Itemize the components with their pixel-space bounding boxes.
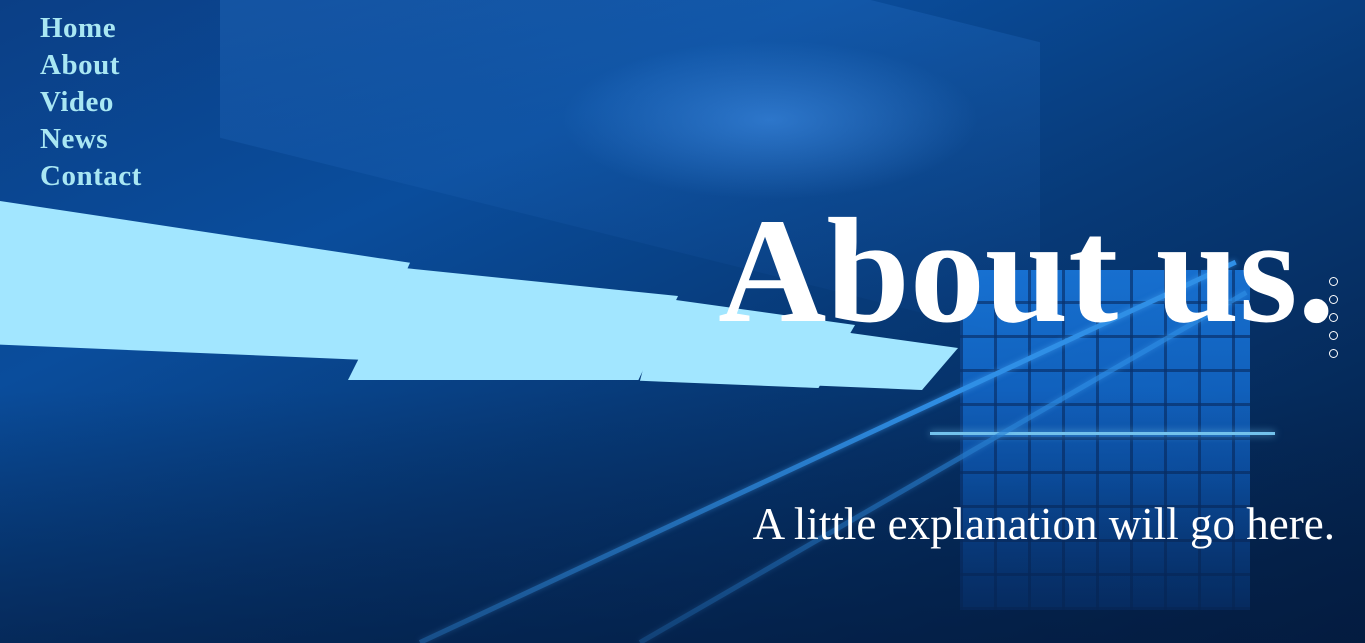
page-title: About us. [718, 188, 1335, 354]
nav-link-home[interactable]: Home [40, 10, 142, 47]
pager-dot[interactable] [1329, 349, 1338, 358]
nav-link-contact[interactable]: Contact [40, 158, 142, 195]
main-nav: Home About Video News Contact [40, 10, 142, 195]
pager-dot[interactable] [1329, 295, 1338, 304]
pager-dot[interactable] [1329, 277, 1338, 286]
hero-section: Home About Video News Contact About us. … [0, 0, 1365, 643]
background-ceiling-glow [560, 40, 980, 200]
page-subtitle: A little explanation will go here. [752, 499, 1335, 549]
pager-dot[interactable] [1329, 313, 1338, 322]
section-pager [1329, 277, 1340, 367]
background-light-strip [348, 268, 678, 380]
nav-link-news[interactable]: News [40, 121, 142, 158]
nav-link-about[interactable]: About [40, 47, 142, 84]
nav-link-video[interactable]: Video [40, 84, 142, 121]
background-light-strip [0, 198, 410, 360]
pager-dot[interactable] [1329, 331, 1338, 340]
